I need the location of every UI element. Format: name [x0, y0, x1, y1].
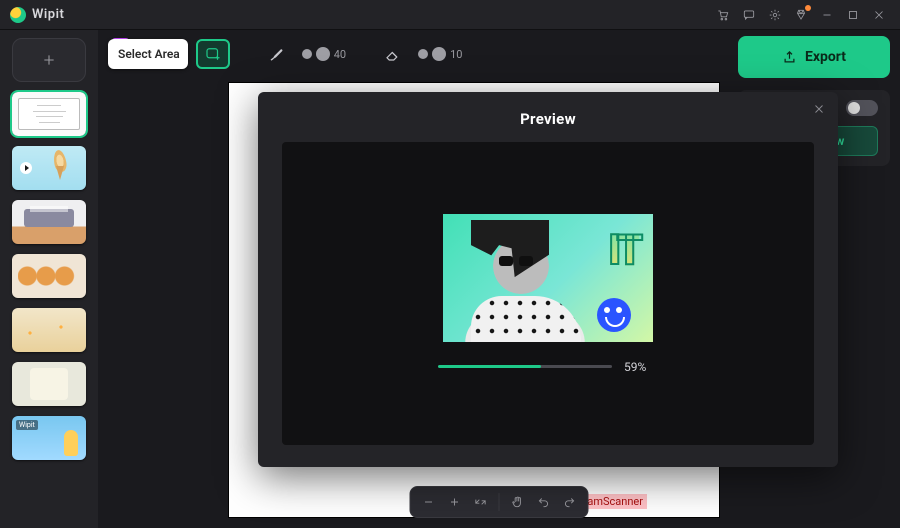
brush-size-value: 40 — [334, 48, 346, 61]
thumbnail-brand-tag: Wipit — [16, 420, 38, 430]
window-maximize-icon[interactable] — [842, 4, 864, 26]
smiley-sticker-icon — [597, 298, 631, 332]
watermark-toggle[interactable] — [846, 100, 878, 116]
thumbnail-item[interactable] — [12, 146, 86, 190]
toolbar-separator — [499, 493, 500, 511]
preview-modal: Preview IT 59% — [258, 92, 838, 467]
thumbnail-item[interactable]: Wipit — [12, 416, 86, 460]
thumbnail-strip: Wipit — [0, 30, 98, 528]
progress-bar — [438, 365, 612, 368]
export-button[interactable]: Export — [738, 36, 890, 78]
rewards-icon[interactable] — [790, 4, 812, 26]
brush-tool[interactable] — [260, 39, 294, 69]
modal-title: Preview — [520, 110, 576, 128]
thumbnail-item[interactable] — [12, 254, 86, 298]
thumbnail-item[interactable] — [12, 308, 86, 352]
window-minimize-icon[interactable] — [816, 4, 838, 26]
preview-image-text: IT — [608, 226, 639, 275]
rectangle-select-tool[interactable] — [196, 39, 230, 69]
thumbnail-item[interactable] — [12, 92, 86, 136]
close-icon — [812, 102, 826, 116]
hand-pan-button[interactable] — [506, 491, 530, 513]
export-icon — [782, 50, 797, 65]
thumbnail-item[interactable] — [12, 200, 86, 244]
export-label: Export — [805, 49, 846, 65]
modal-close-button[interactable] — [808, 98, 830, 120]
eraser-size-value: 10 — [450, 48, 462, 61]
add-image-button[interactable] — [12, 38, 86, 82]
brush-size-slider[interactable]: 40 — [302, 47, 346, 61]
fit-screen-button[interactable] — [469, 491, 493, 513]
preview-viewport: IT 59% — [282, 142, 814, 445]
select-area-tool[interactable]: Select Area — [108, 39, 188, 69]
app-title: Wipit — [32, 7, 64, 22]
preview-image: IT — [443, 214, 653, 342]
canvas-toolbar — [410, 486, 589, 518]
select-area-label: Select Area — [118, 47, 180, 61]
chat-icon[interactable] — [738, 4, 760, 26]
progress-percent-label: 59% — [624, 360, 658, 374]
main-area: AI Select Area 40 10 — [98, 30, 900, 528]
zoom-out-button[interactable] — [417, 491, 441, 513]
settings-gear-icon[interactable] — [764, 4, 786, 26]
thumbnail-item[interactable] — [12, 362, 86, 406]
play-icon — [20, 162, 32, 174]
cart-icon[interactable] — [712, 4, 734, 26]
title-bar: Wipit — [0, 0, 900, 30]
window-close-icon[interactable] — [868, 4, 890, 26]
eraser-size-slider[interactable]: 10 — [418, 47, 462, 61]
redo-button[interactable] — [558, 491, 582, 513]
zoom-in-button[interactable] — [443, 491, 467, 513]
app-logo-icon — [10, 7, 26, 23]
progress-row: 59% — [438, 360, 658, 374]
undo-button[interactable] — [532, 491, 556, 513]
eraser-tool[interactable] — [376, 39, 410, 69]
